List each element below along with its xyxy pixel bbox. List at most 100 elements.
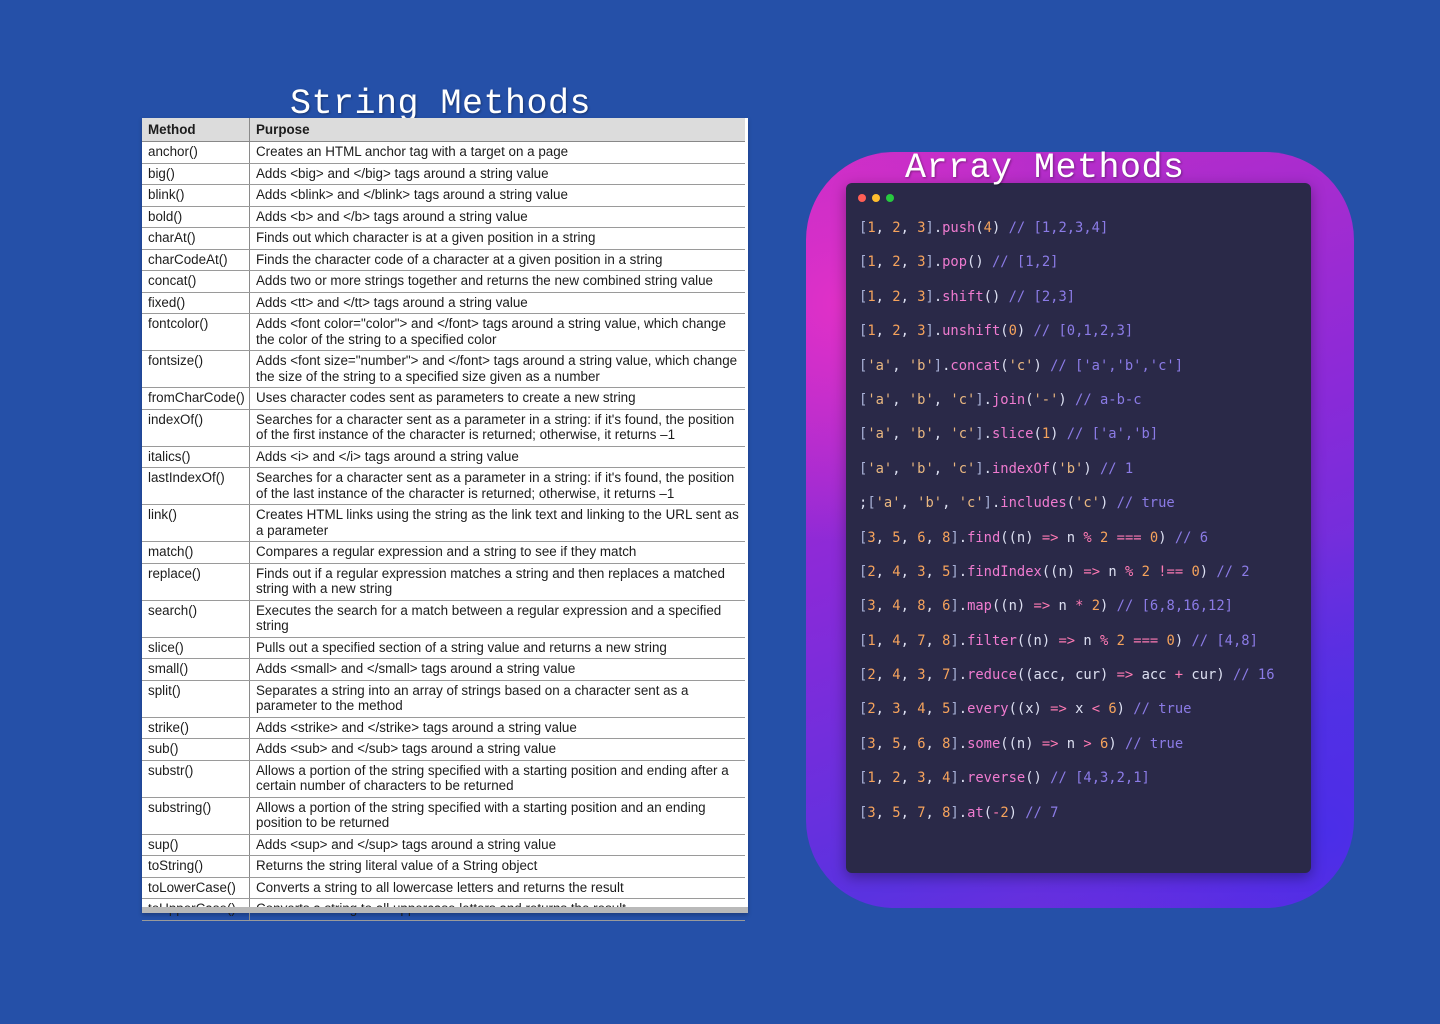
table-row: fixed() Adds <tt> and </tt> tags around a… [142,292,745,314]
method-cell: fontcolor() [142,313,250,351]
table-header-row: Method Purpose [142,118,745,142]
method-cell: link() [142,504,250,542]
purpose-cell: Creates an HTML anchor tag with a target… [249,141,745,164]
purpose-cell: Adds <sup> and </sup> tags around a stri… [249,834,745,856]
purpose-cell: Adds <sub> and </sub> tags around a stri… [249,738,745,761]
string-methods-table: Method Purpose anchor() Creates an HTML a… [142,118,745,921]
method-cell: toUpperCase() [142,898,250,921]
method-cell: split() [142,680,250,718]
code-line: ;['a', 'b', 'c'].includes('c') // true [859,495,1175,512]
code-line: [1, 2, 3, 4].reverse() // [4,3,2,1] [859,770,1150,787]
method-cell: toLowerCase() [142,877,250,899]
method-cell: sup() [142,834,250,856]
purpose-cell: Separates a string into an array of stri… [249,680,745,718]
close-dot-icon [858,194,866,202]
code-lines: [1, 2, 3].push(4) // [1,2,3,4] [1, 2, 3].… [859,219,1275,838]
code-line: ['a', 'b', 'c'].join('-') // a-b-c [859,391,1142,408]
code-line: [2, 3, 4, 5].every((x) => x < 6) // true [859,701,1192,718]
method-cell: search() [142,600,250,638]
table-row: split() Separates a string into an array … [142,680,745,718]
method-cell: match() [142,541,250,564]
code-line: [3, 4, 8, 6].map((n) => n * 2) // [6,8,1… [859,598,1233,615]
method-cell: fixed() [142,292,250,314]
table-row: fontcolor() Adds <font color="color"> and… [142,313,745,351]
table-row: italics() Adds <i> and </i> tags around a… [142,446,745,468]
minimize-dot-icon [872,194,880,202]
purpose-cell: Pulls out a specified section of a strin… [249,637,745,659]
method-cell: italics() [142,446,250,468]
method-cell: concat() [142,270,250,293]
table-row: fontsize() Adds <font size="number"> and … [142,350,745,388]
table-row: bold() Adds <b> and </b> tags around a st… [142,206,745,228]
method-cell: indexOf() [142,409,250,447]
table-row: toString() Returns the string literal val… [142,855,745,878]
method-cell: toString() [142,855,250,878]
purpose-cell: Adds <font color="color"> and </font> ta… [249,313,745,351]
table-row: big() Adds <big> and </big> tags around a… [142,163,745,185]
purpose-cell: Returns the string literal value of a St… [249,855,745,878]
table-row: strike() Adds <strike> and </strike> tags… [142,717,745,739]
method-cell: big() [142,163,250,185]
table-row: slice() Pulls out a specified section of … [142,637,745,659]
purpose-cell: Creates HTML links using the string as t… [249,504,745,542]
purpose-cell: Searches for a character sent as a param… [249,409,745,447]
purpose-cell: Uses character codes sent as parameters … [249,387,745,410]
code-line: ['a', 'b', 'c'].slice(1) // ['a','b] [859,426,1159,443]
string-methods-rows: anchor() Creates an HTML anchor tag with … [142,141,745,921]
purpose-cell: Adds <small> and </small> tags around a … [249,658,745,681]
method-cell: strike() [142,717,250,739]
table-row: anchor() Creates an HTML anchor tag with … [142,141,745,164]
table-row: sup() Adds <sup> and </sup> tags around a… [142,834,745,856]
table-row: link() Creates HTML links using the strin… [142,504,745,542]
method-cell: substr() [142,760,250,798]
purpose-cell: Compares a regular expression and a stri… [249,541,745,564]
maximize-dot-icon [886,194,894,202]
purpose-cell: Adds <font size="number"> and </font> ta… [249,350,745,388]
code-line: ['a', 'b', 'c'].indexOf('b') // 1 [859,460,1134,477]
table-row: fromCharCode() Uses character codes sent … [142,387,745,410]
table-row: substr() Allows a portion of the string s… [142,760,745,798]
code-line: [1, 4, 7, 8].filter((n) => n % 2 === 0) … [859,632,1258,649]
method-cell: lastIndexOf() [142,467,250,505]
method-cell: blink() [142,184,250,207]
purpose-cell: Adds <b> and </b> tags around a string v… [249,206,745,228]
code-line: [1, 2, 3].pop() // [1,2] [859,254,1059,271]
purpose-cell: Adds <i> and </i> tags around a string v… [249,446,745,468]
purpose-cell: Finds the character code of a character … [249,249,745,271]
method-cell: bold() [142,206,250,228]
purpose-cell: Allows a portion of the string specified… [249,760,745,798]
method-cell: slice() [142,637,250,659]
code-line: [1, 2, 3].push(4) // [1,2,3,4] [859,220,1109,236]
purpose-cell: Adds <blink> and </blink> tags around a … [249,184,745,207]
table-row: small() Adds <small> and </small> tags ar… [142,658,745,681]
table-row: replace() Finds out if a regular expressi… [142,563,745,601]
window-controls [858,194,894,202]
code-line: [3, 5, 6, 8].some((n) => n > 6) // true [859,735,1184,752]
purpose-cell: Adds two or more strings together and re… [249,270,745,293]
method-cell: fontsize() [142,350,250,388]
method-cell: charCodeAt() [142,249,250,271]
method-cell: replace() [142,563,250,601]
purpose-cell: Converts a string to all uppercase lette… [249,898,745,921]
table-row: blink() Adds <blink> and </blink> tags ar… [142,184,745,207]
method-cell: charAt() [142,227,250,250]
table-row: match() Compares a regular expression and… [142,541,745,564]
purpose-cell: Adds <big> and </big> tags around a stri… [249,163,745,185]
method-cell: fromCharCode() [142,387,250,410]
table-row: toLowerCase() Converts a string to all lo… [142,877,745,899]
table-row: indexOf() Searches for a character sent a… [142,409,745,447]
table-row: substring() Allows a portion of the strin… [142,797,745,835]
purpose-cell: Adds <strike> and </strike> tags around … [249,717,745,739]
code-line: [2, 4, 3, 7].reduce((acc, cur) => acc + … [859,667,1275,684]
table-row: sub() Adds <sub> and </sub> tags around a… [142,738,745,761]
method-cell: anchor() [142,141,250,164]
table-row: lastIndexOf() Searches for a character se… [142,467,745,505]
code-line: [2, 4, 3, 5].findIndex((n) => n % 2 !== … [859,563,1250,580]
purpose-cell: Finds out if a regular expression matche… [249,563,745,601]
purpose-cell: Allows a portion of the string specified… [249,797,745,835]
purpose-cell: Finds out which character is at a given … [249,227,745,250]
method-cell: sub() [142,738,250,761]
string-methods-table-container: Method Purpose anchor() Creates an HTML a… [142,118,748,921]
purpose-cell: Converts a string to all lowercase lette… [249,877,745,899]
purpose-cell: Searches for a character sent as a param… [249,467,745,505]
